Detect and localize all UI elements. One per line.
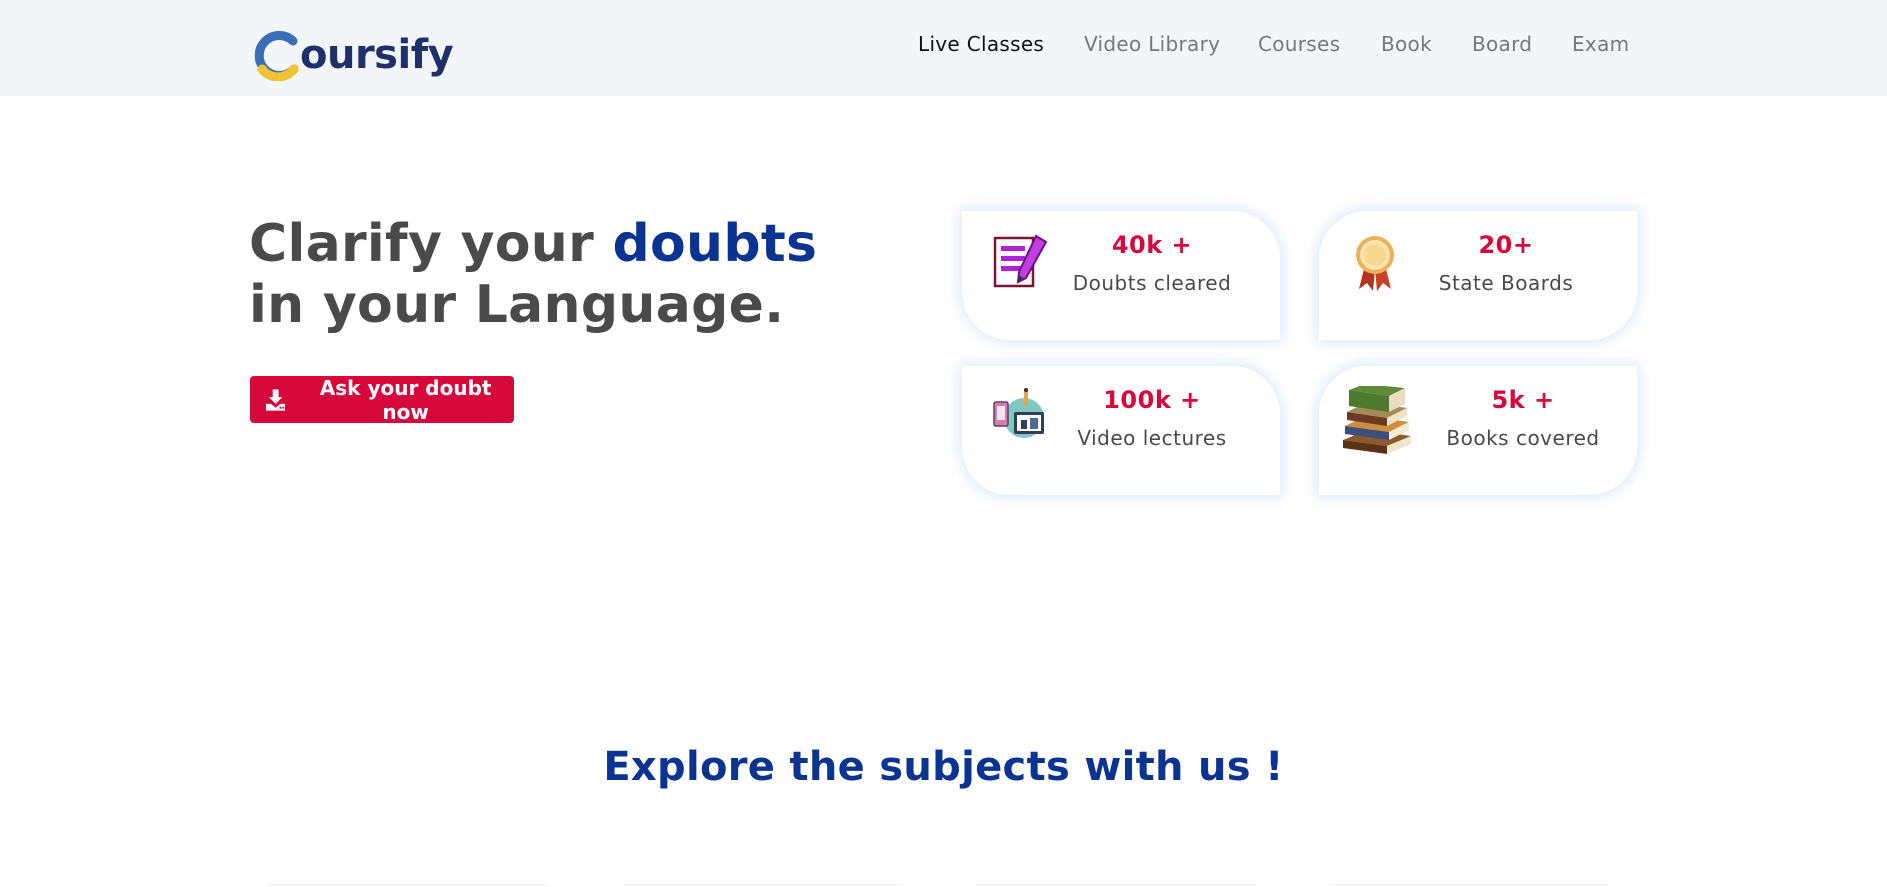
stat-label: Video lectures	[1077, 426, 1227, 450]
stat-label: Doubts cleared	[1072, 271, 1232, 295]
main-nav: Live Classes Video Library Courses Book …	[0, 32, 1887, 62]
nav-book[interactable]: Book	[1381, 32, 1432, 56]
hero-title-prefix: Clarify your	[249, 214, 613, 274]
hero-title: Clarify your doubts in your Language.	[249, 214, 817, 336]
nav-board[interactable]: Board	[1472, 32, 1532, 56]
hero-title-line2: in your Language.	[249, 275, 785, 335]
stat-card-videos: 100k + Video lectures	[962, 366, 1280, 495]
stat-card-doubts: 40k + Doubts cleared	[962, 211, 1280, 340]
stat-card-books: 5k + Books covered	[1319, 366, 1637, 495]
nav-live-classes[interactable]: Live Classes	[918, 32, 1044, 56]
ask-doubt-button[interactable]: Ask your doubt now	[250, 375, 514, 424]
stat-label: Books covered	[1446, 426, 1600, 450]
nav-courses[interactable]: Courses	[1258, 32, 1340, 56]
divider	[976, 884, 1256, 885]
section-title: Explore the subjects with us !	[603, 744, 1284, 790]
ask-doubt-label: Ask your doubt now	[319, 375, 492, 424]
divider	[622, 884, 902, 885]
stat-card-boards: 20+ State Boards	[1319, 211, 1637, 340]
nav-exam[interactable]: Exam	[1572, 32, 1629, 56]
hero-title-accent: doubts	[612, 214, 818, 274]
header: oursify Live Classes Video Library Cours…	[0, 0, 1887, 96]
stat-label: State Boards	[1438, 271, 1574, 295]
books-stack-icon	[1343, 386, 1411, 454]
divider	[268, 884, 548, 885]
stat-value: 40k +	[1111, 231, 1193, 259]
stat-value: 5k +	[1491, 386, 1555, 414]
divider	[1330, 884, 1610, 885]
stat-value: 20+	[1478, 231, 1534, 259]
download-icon	[266, 388, 286, 411]
stat-value: 100k +	[1103, 386, 1201, 414]
nav-video-library[interactable]: Video Library	[1084, 32, 1220, 56]
